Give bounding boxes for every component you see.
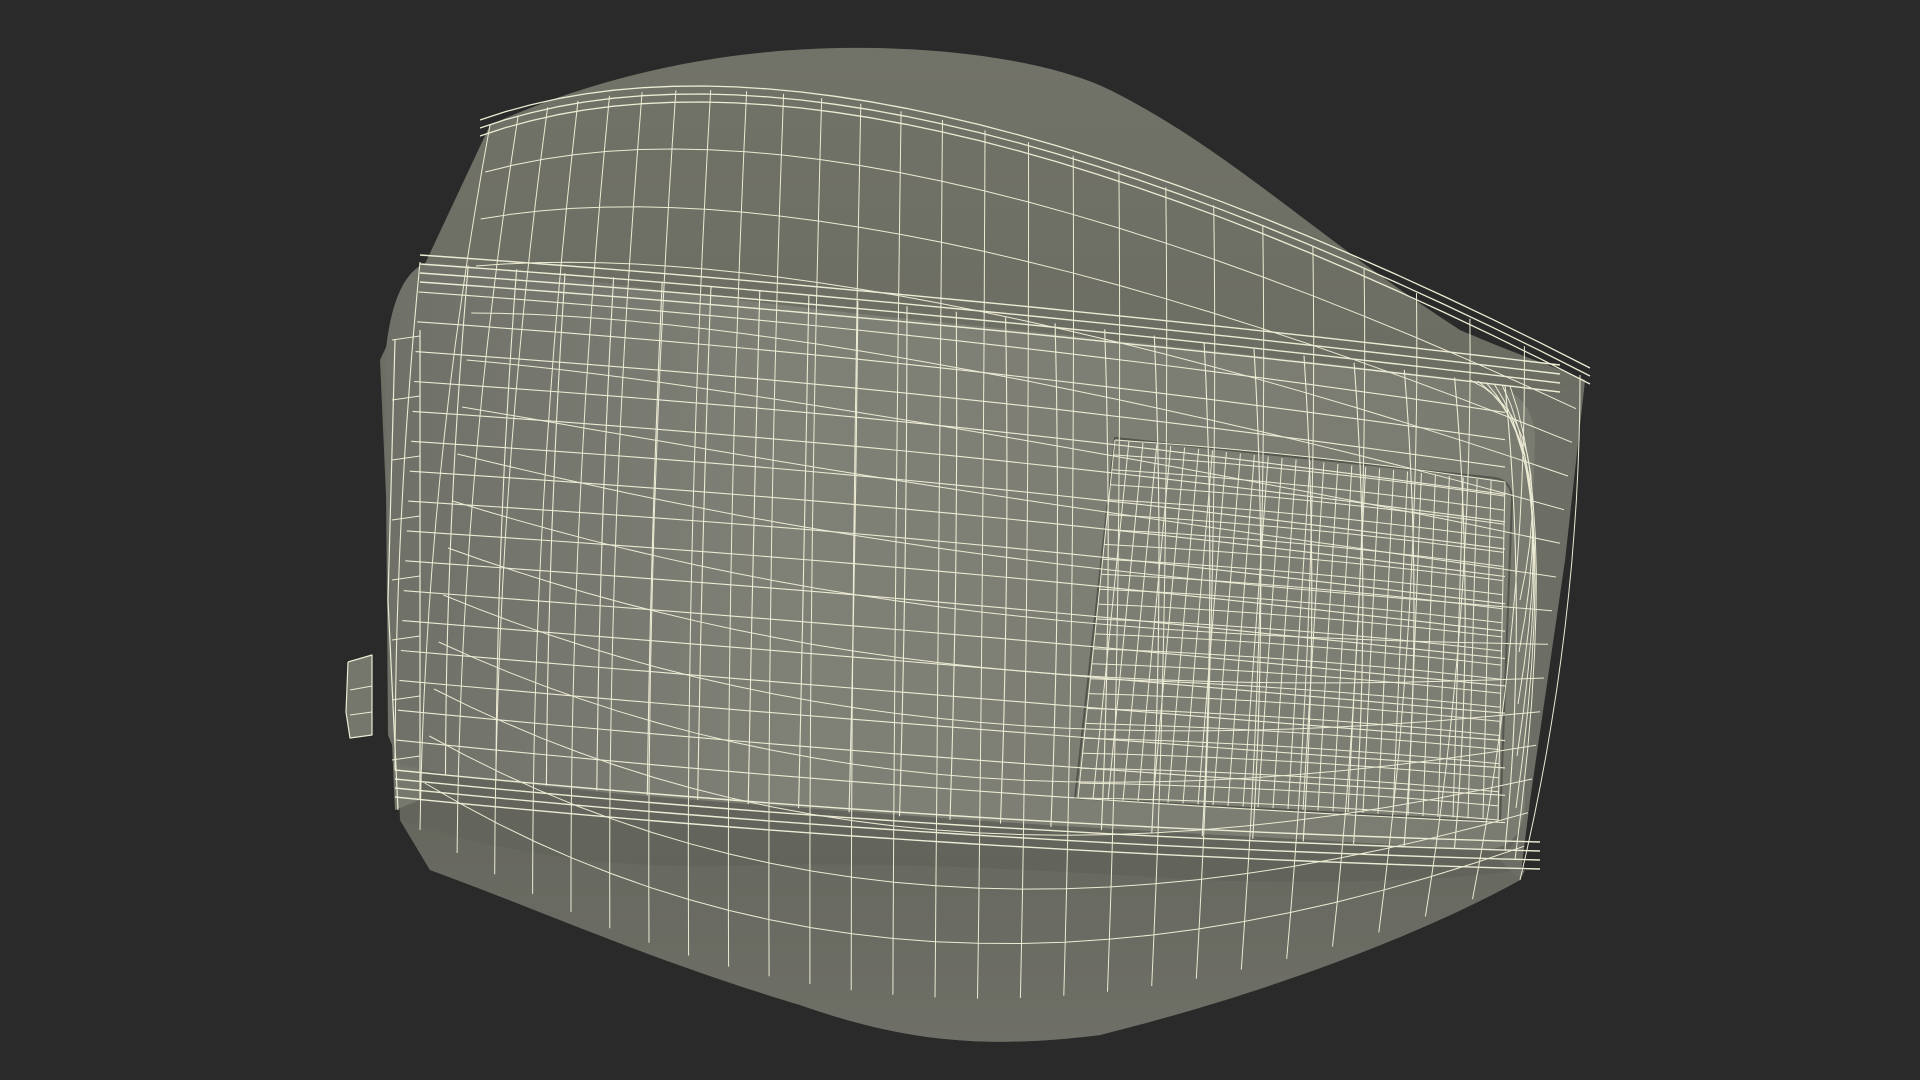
render-viewport xyxy=(0,0,1920,1080)
wireframe-model xyxy=(345,47,1591,1042)
belt-side-knob xyxy=(346,655,372,738)
